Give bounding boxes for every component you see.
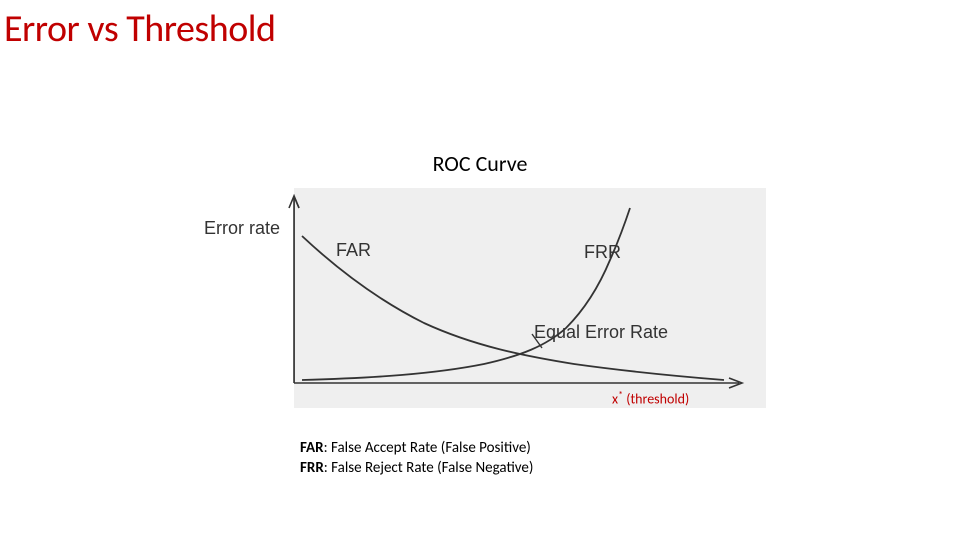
page-title: Error vs Threshold bbox=[4, 6, 275, 52]
x-axis-rest: (threshold) bbox=[623, 391, 689, 408]
frr-curve bbox=[302, 208, 630, 380]
frr-label: FRR bbox=[584, 242, 621, 263]
legend-far-term: FAR bbox=[300, 439, 324, 457]
legend-frr-def: : False Reject Rate (False Negative) bbox=[324, 459, 534, 477]
legend-far-def: : False Accept Rate (False Positive) bbox=[324, 439, 531, 457]
y-axis-label: Error rate bbox=[204, 218, 280, 239]
legend-frr-term: FRR bbox=[300, 459, 324, 477]
far-label: FAR bbox=[336, 240, 371, 261]
eer-label: Equal Error Rate bbox=[534, 322, 668, 343]
legend: FAR: False Accept Rate (False Positive) … bbox=[300, 438, 533, 479]
x-axis-label: x* (threshold) bbox=[612, 388, 689, 408]
legend-far: FAR: False Accept Rate (False Positive) bbox=[300, 438, 533, 458]
chart-title: ROC Curve bbox=[0, 150, 960, 177]
legend-frr: FRR: False Reject Rate (False Negative) bbox=[300, 458, 533, 478]
slide: Error vs Threshold ROC Curve Error rate … bbox=[0, 0, 960, 540]
